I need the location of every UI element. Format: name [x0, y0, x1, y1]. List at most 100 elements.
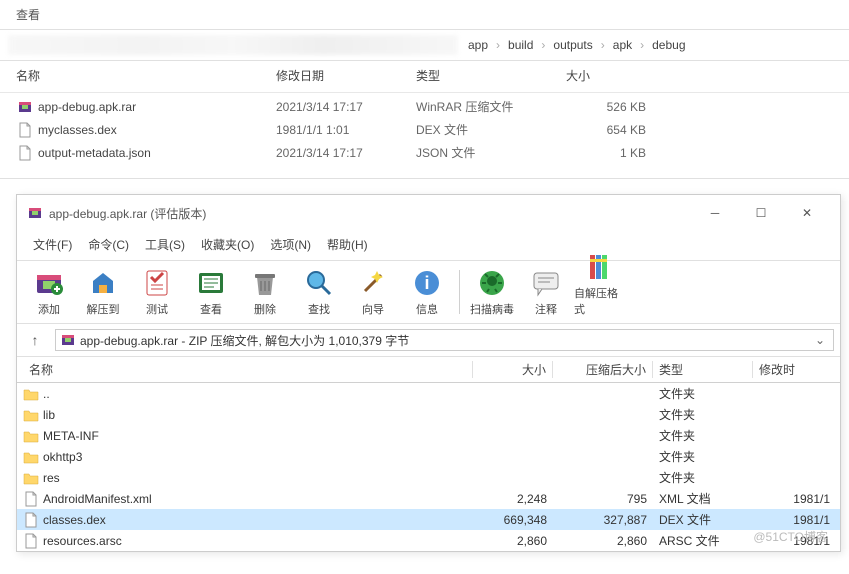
delete-icon: [249, 267, 281, 299]
winrar-window: app-debug.apk.rar (评估版本) ─ ☐ ✕ 文件(F) 命令(…: [16, 194, 841, 552]
chevron-right-icon: ›: [601, 38, 605, 52]
addressbar: ↑ app-debug.apk.rar - ZIP 压缩文件, 解包大小为 1,…: [17, 324, 840, 357]
entry-compressed: 327,887: [553, 513, 653, 527]
breadcrumb-item[interactable]: debug: [648, 36, 689, 54]
view-button[interactable]: 查看: [185, 265, 237, 319]
explorer-file-list: app-debug.apk.rar2021/3/14 17:17WinRAR 压…: [0, 93, 849, 178]
file-icon: [23, 533, 39, 549]
menu-help[interactable]: 帮助(H): [319, 234, 376, 255]
arc-col-type[interactable]: 类型: [653, 361, 753, 378]
file-name: myclasses.dex: [38, 123, 276, 137]
file-row[interactable]: output-metadata.json2021/3/14 17:17JSON …: [0, 141, 849, 164]
breadcrumb-item[interactable]: outputs: [549, 36, 596, 54]
menu-favorites[interactable]: 收藏夹(O): [193, 234, 262, 255]
entry-name: resources.arsc: [43, 534, 473, 548]
winrar-app-icon: [27, 205, 43, 221]
file-icon: [16, 122, 34, 138]
entry-name: META-INF: [43, 429, 473, 443]
archive-row[interactable]: META-INF 文件夹: [17, 425, 840, 446]
file-size: 654 KB: [566, 123, 646, 137]
minimize-button[interactable]: ─: [692, 203, 738, 223]
extract-icon: [87, 267, 119, 299]
chevron-right-icon: ›: [640, 38, 644, 52]
entry-compressed: 795: [553, 492, 653, 506]
explorer-column-header[interactable]: 名称 修改日期 类型 大小: [0, 61, 849, 93]
col-type[interactable]: 类型: [416, 67, 566, 84]
delete-button[interactable]: 删除: [239, 265, 291, 319]
arc-col-compressed[interactable]: 压缩后大小: [553, 361, 653, 378]
toolbar: 添加 解压到 测试 查看 删除 查找 向导 i信息 扫描病毒 注释 自解压格式: [17, 260, 840, 324]
watermark: @51CTO博客: [753, 528, 828, 545]
toolbar-separator: [459, 270, 460, 314]
folder-icon: [23, 386, 39, 402]
entry-compressed: 2,860: [553, 534, 653, 548]
entry-size: 669,348: [473, 513, 553, 527]
archive-row[interactable]: AndroidManifest.xml2,248795XML 文档1981/1: [17, 488, 840, 509]
folder-icon: [23, 470, 39, 486]
extract-button[interactable]: 解压到: [77, 265, 129, 319]
breadcrumb-item[interactable]: build: [504, 36, 537, 54]
file-row[interactable]: app-debug.apk.rar2021/3/14 17:17WinRAR 压…: [0, 95, 849, 118]
info-button[interactable]: i信息: [401, 265, 453, 319]
comment-button[interactable]: 注释: [520, 265, 572, 319]
entry-type: 文件夹: [653, 427, 753, 444]
maximize-button[interactable]: ☐: [738, 203, 784, 223]
archive-row[interactable]: okhttp3文件夹: [17, 446, 840, 467]
menu-tools[interactable]: 工具(S): [137, 234, 193, 255]
file-icon: [23, 491, 39, 507]
chevron-right-icon: ›: [541, 38, 545, 52]
window-title: app-debug.apk.rar (评估版本): [49, 205, 692, 222]
arc-col-name[interactable]: 名称: [23, 361, 473, 378]
entry-date: 1981/1: [753, 513, 834, 527]
archive-row[interactable]: resources.arsc2,8602,860ARSC 文件1981/1: [17, 530, 840, 551]
address-input[interactable]: app-debug.apk.rar - ZIP 压缩文件, 解包大小为 1,01…: [55, 329, 834, 351]
arc-col-date[interactable]: 修改时: [753, 361, 834, 378]
file-date: 2021/3/14 17:17: [276, 100, 416, 114]
explorer-tab[interactable]: 查看: [0, 0, 849, 29]
archive-row[interactable]: res文件夹: [17, 467, 840, 488]
wizard-button[interactable]: 向导: [347, 265, 399, 319]
entry-type: XML 文档: [653, 490, 753, 507]
close-button[interactable]: ✕: [784, 203, 830, 223]
entry-name: res: [43, 471, 473, 485]
arc-col-size[interactable]: 大小: [473, 361, 553, 378]
entry-date: 1981/1: [753, 492, 834, 506]
breadcrumb-blur: [8, 35, 458, 55]
test-button[interactable]: 测试: [131, 265, 183, 319]
menu-commands[interactable]: 命令(C): [80, 234, 137, 255]
add-button[interactable]: 添加: [23, 265, 75, 319]
up-button[interactable]: ↑: [23, 328, 47, 352]
wizard-icon: [357, 267, 389, 299]
breadcrumb-item[interactable]: apk: [609, 36, 636, 54]
file-size: 526 KB: [566, 100, 646, 114]
file-type: DEX 文件: [416, 121, 566, 138]
archive-column-header[interactable]: 名称 大小 压缩后大小 类型 修改时: [17, 357, 840, 383]
titlebar[interactable]: app-debug.apk.rar (评估版本) ─ ☐ ✕: [17, 195, 840, 231]
archive-row[interactable]: ..文件夹: [17, 383, 840, 404]
scan-button[interactable]: 扫描病毒: [466, 265, 518, 319]
breadcrumb-item[interactable]: app: [464, 36, 492, 54]
entry-name: AndroidManifest.xml: [43, 492, 473, 506]
archive-row[interactable]: lib文件夹: [17, 404, 840, 425]
folder-icon: [23, 407, 39, 423]
col-name[interactable]: 名称: [16, 67, 276, 84]
menu-options[interactable]: 选项(N): [262, 234, 319, 255]
file-name: app-debug.apk.rar: [38, 100, 276, 114]
explorer-window: 查看 app›build›outputs›apk›debug 名称 修改日期 类…: [0, 0, 849, 179]
archive-row[interactable]: classes.dex669,348327,887DEX 文件1981/1: [17, 509, 840, 530]
svg-text:i: i: [424, 273, 429, 293]
folder-icon: [23, 428, 39, 444]
address-dropdown-icon[interactable]: ⌄: [811, 333, 829, 347]
sfx-icon: [584, 251, 616, 283]
comment-icon: [530, 267, 562, 299]
sfx-button[interactable]: 自解压格式: [574, 265, 626, 319]
menu-file[interactable]: 文件(F): [25, 234, 80, 255]
find-button[interactable]: 查找: [293, 265, 345, 319]
file-row[interactable]: myclasses.dex1981/1/1 1:01DEX 文件654 KB: [0, 118, 849, 141]
address-text: app-debug.apk.rar - ZIP 压缩文件, 解包大小为 1,01…: [80, 332, 811, 349]
col-size[interactable]: 大小: [566, 67, 646, 84]
col-date[interactable]: 修改日期: [276, 67, 416, 84]
file-type: WinRAR 压缩文件: [416, 98, 566, 115]
add-icon: [33, 267, 65, 299]
file-type: JSON 文件: [416, 144, 566, 161]
